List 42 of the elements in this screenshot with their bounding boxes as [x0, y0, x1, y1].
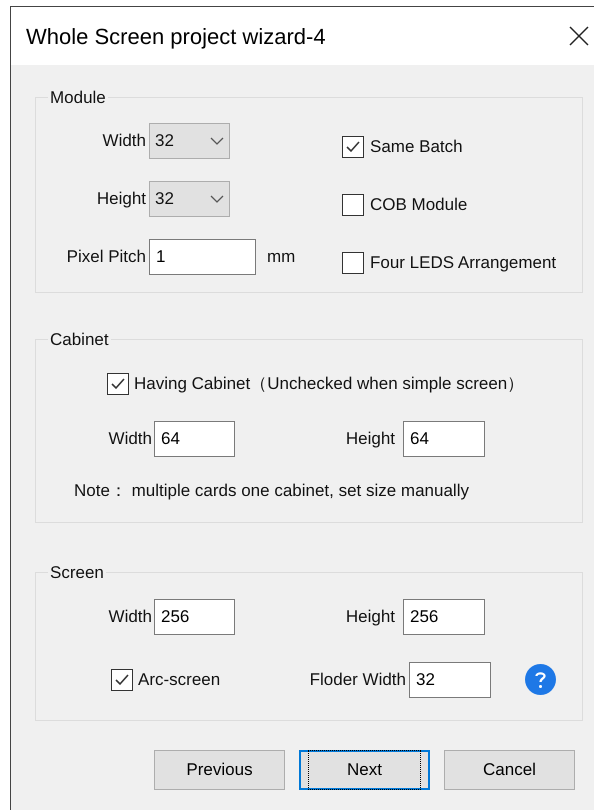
dialog-button[interactable]: Next [299, 750, 430, 790]
chevron-down-icon [210, 194, 224, 202]
checkbox[interactable] [107, 372, 129, 394]
field-label: Width [108, 606, 152, 628]
field-label: Height [346, 606, 395, 628]
chevron-down-icon [210, 136, 224, 144]
checkbox-label: Four LEDS Arrangement [370, 252, 556, 274]
checkbox-label: Arc-screen [138, 668, 220, 691]
note-text: Note： multiple cards one cabinet, set size manually [74, 480, 469, 500]
field-label: Width [102, 130, 146, 152]
field-label: Width [108, 428, 152, 450]
dialog-button[interactable]: Cancel [444, 750, 575, 790]
checkmark-icon [114, 672, 130, 686]
field-label: Height [96, 188, 146, 210]
checkbox-label: Having Cabinet（Unchecked when simple screen） [134, 372, 524, 395]
input-field[interactable]: 256 [154, 598, 235, 634]
input-field[interactable]: 64 [154, 420, 235, 456]
unit-label: mm [267, 246, 296, 268]
field-label: Floder Width [310, 668, 406, 691]
help-icon[interactable] [525, 664, 556, 695]
checkbox-label: COB Module [370, 194, 468, 216]
input-field[interactable]: 64 [403, 420, 485, 456]
window-title: Whole Screen project wizard-4 [26, 22, 326, 51]
field-label: Height [346, 428, 395, 450]
group-title: Module [49, 87, 107, 109]
group-title: Screen [49, 562, 105, 584]
group-title: Cabinet [49, 329, 110, 351]
field-label: Pixel Pitch [66, 246, 146, 268]
close-icon[interactable] [569, 26, 589, 46]
dropdown[interactable]: 32 [149, 180, 230, 216]
checkmark-icon [110, 376, 126, 390]
checkbox[interactable] [342, 136, 364, 158]
dialog-button[interactable]: Previous [154, 750, 285, 790]
checkbox[interactable] [342, 194, 364, 216]
checkmark-icon [345, 140, 361, 154]
input-field[interactable]: 32 [409, 662, 491, 698]
input-field[interactable]: 256 [403, 598, 485, 634]
checkbox[interactable] [111, 668, 133, 690]
checkbox-label: Same Batch [370, 136, 463, 158]
dropdown[interactable]: 32 [149, 122, 230, 158]
input-field[interactable]: 1 [149, 238, 256, 274]
checkbox[interactable] [342, 252, 364, 274]
